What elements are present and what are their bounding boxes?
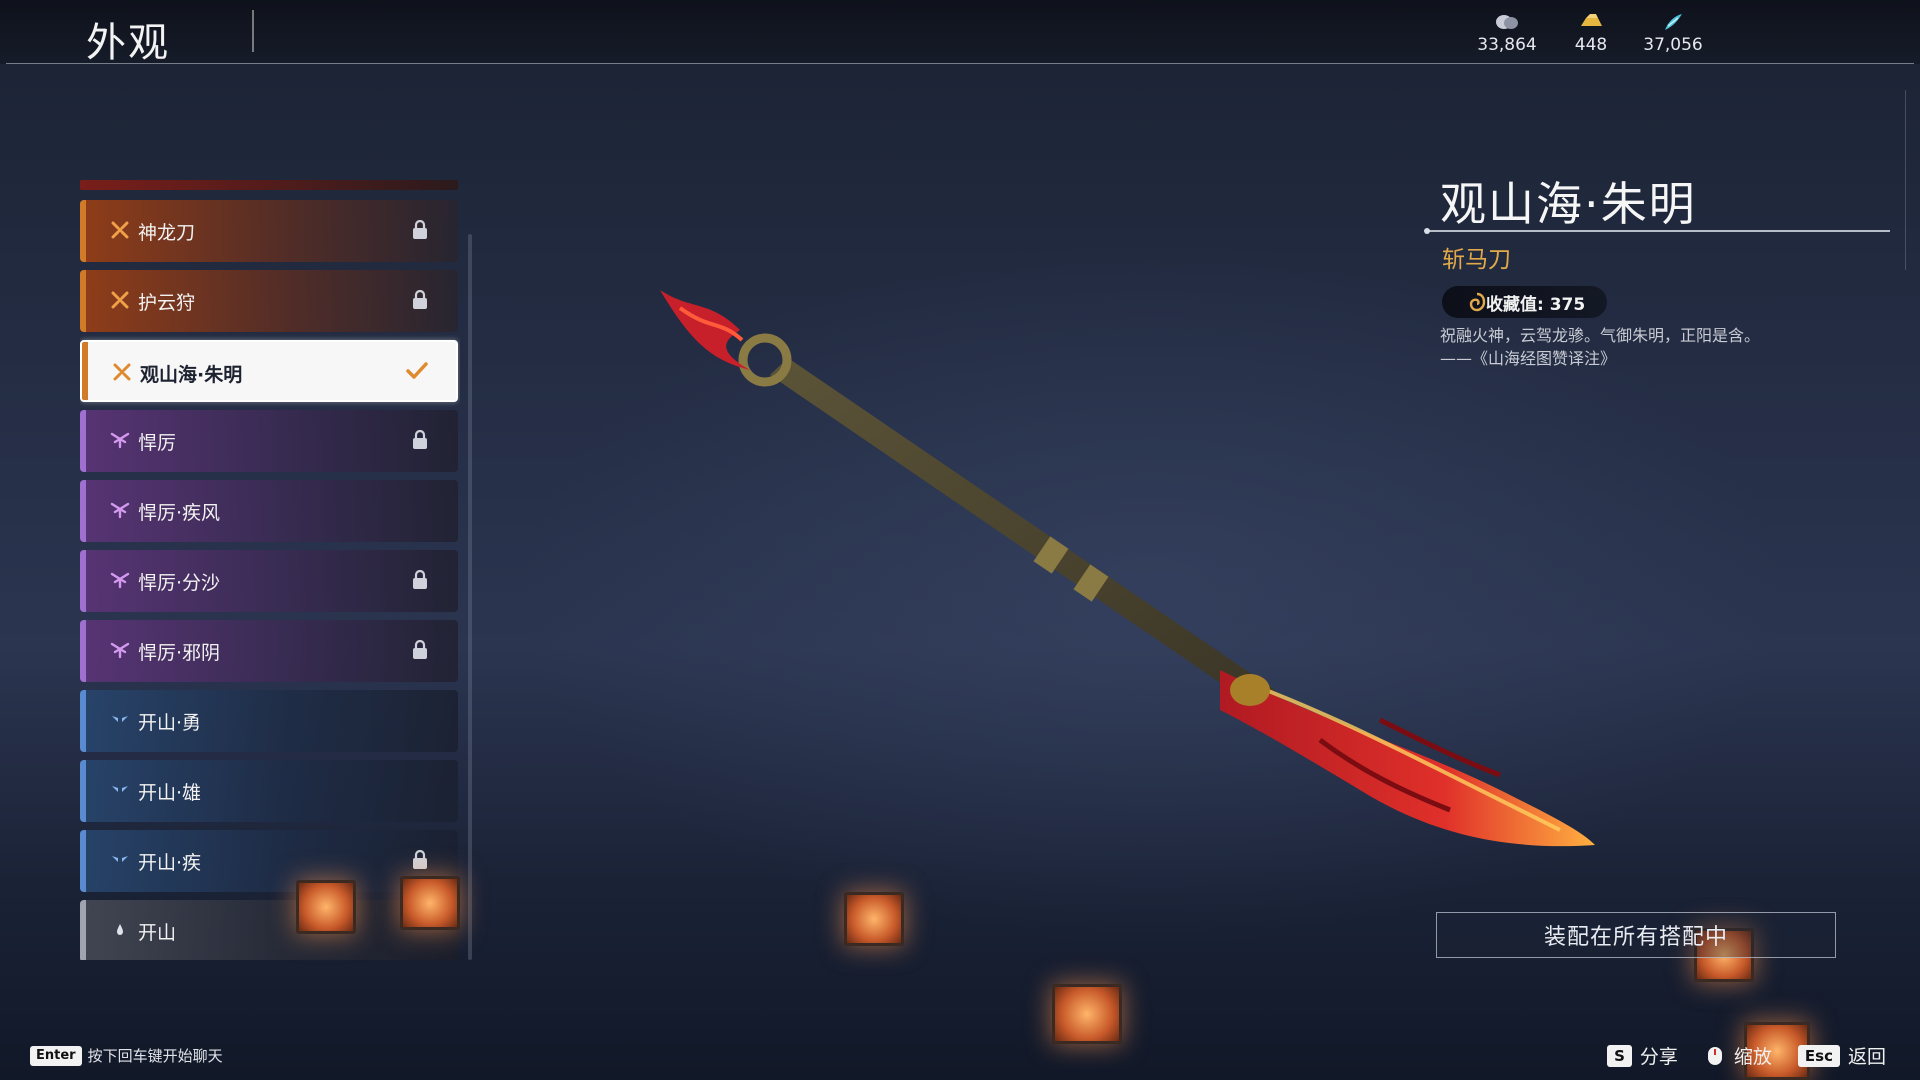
currency-jade: 37,056 xyxy=(1628,12,1718,55)
bottom-actions: S 分享 缩放 Esc 返回 xyxy=(1607,1042,1886,1069)
gold-ingot-icon xyxy=(1581,14,1602,26)
zoom-label: 缩放 xyxy=(1733,1046,1772,1068)
rarity-grey-icon xyxy=(117,924,123,935)
back-label: 返回 xyxy=(1847,1046,1886,1068)
equip-all-button[interactable]: 装配在所有搭配中 xyxy=(1436,912,1836,958)
collection-icon xyxy=(1469,292,1486,312)
rarity-bar xyxy=(80,480,86,542)
skin-item-label: 开山·勇 xyxy=(138,712,202,734)
skin-item-label: 观山海·朱明 xyxy=(140,364,243,386)
lock-icon xyxy=(413,290,427,309)
rarity-purple-icon xyxy=(110,502,130,519)
rarity-purple-icon xyxy=(110,572,130,589)
collect-value-badge: 收藏值: 375 xyxy=(1442,286,1608,318)
coin-icon xyxy=(1496,15,1518,29)
jade-feather-icon xyxy=(1665,14,1682,30)
skin-item-label: 护云狩 xyxy=(138,292,196,314)
floating-lantern xyxy=(400,876,460,930)
collect-value-text: 收藏值: 375 xyxy=(1486,294,1586,315)
currency-coin-value: 33,864 xyxy=(1477,35,1537,55)
rarity-bar xyxy=(80,760,86,822)
skin-description: 祝融火神，云驾龙骖。气御朱明，正阳是含。 xyxy=(1440,326,1761,345)
chat-hint-text: 按下回车键开始聊天 xyxy=(87,1047,223,1065)
rarity-orange-icon xyxy=(113,363,131,381)
rarity-bar xyxy=(80,620,86,682)
share-label: 分享 xyxy=(1639,1046,1678,1068)
title-underline xyxy=(1428,230,1890,232)
skin-item-label: 悍厉·分沙 xyxy=(138,572,221,594)
skin-item-label: 悍厉 xyxy=(138,432,177,454)
rarity-blue-icon xyxy=(112,716,128,722)
skin-item-label: 悍厉·疾风 xyxy=(138,502,221,524)
skin-item[interactable]: 神龙刀 xyxy=(80,200,458,262)
lock-icon xyxy=(413,850,427,869)
currency-jade-value: 37,056 xyxy=(1643,35,1703,55)
check-icon xyxy=(406,362,428,379)
rarity-bar xyxy=(80,900,86,960)
skin-item-label: 开山·疾 xyxy=(138,852,202,874)
rarity-bar xyxy=(80,410,86,472)
skin-item-selected[interactable]: 观山海·朱明 xyxy=(80,340,458,402)
page-title: 外观 xyxy=(86,20,170,66)
rarity-bar xyxy=(80,690,86,752)
skin-item-label: 开山 xyxy=(138,922,177,944)
lock-icon xyxy=(413,570,427,589)
rarity-bar xyxy=(80,200,86,262)
esc-key: Esc xyxy=(1797,1044,1840,1067)
rarity-blue-icon xyxy=(112,856,128,862)
rarity-purple-icon xyxy=(110,642,130,659)
top-divider xyxy=(6,63,1914,64)
weapon-type: 斩马刀 xyxy=(1442,247,1511,273)
skin-name: 观山海·朱明 xyxy=(1440,177,1697,231)
side-decoration xyxy=(1905,90,1916,270)
rarity-orange-icon xyxy=(111,291,129,309)
rarity-orange-icon xyxy=(111,221,129,239)
skin-item-label: 开山·雄 xyxy=(138,782,202,804)
lock-icon xyxy=(413,640,427,659)
rarity-blue-icon xyxy=(112,786,128,792)
share-button[interactable]: S 分享 xyxy=(1607,1042,1678,1069)
rarity-bar xyxy=(82,342,88,400)
rarity-bar xyxy=(80,270,86,332)
floating-lantern xyxy=(296,880,356,934)
lock-icon xyxy=(413,220,427,239)
lock-icon xyxy=(413,430,427,449)
skin-item[interactable]: 开山·勇 xyxy=(80,690,458,752)
skin-list[interactable]: 神龙刀 护云狩 观山海·朱明 悍厉 悍厉·疾风 悍厉·分沙 悍厉·邪阴 开山·勇… xyxy=(80,180,460,960)
skin-quote-source: ——《山海经图赞译注》 xyxy=(1440,349,1617,368)
floating-lantern xyxy=(844,892,904,946)
chat-hint[interactable]: Enter 按下回车键开始聊天 xyxy=(30,1045,223,1066)
rarity-bar xyxy=(80,550,86,612)
skin-item[interactable]: 悍厉·邪阴 xyxy=(80,620,458,682)
floating-lantern xyxy=(1052,984,1122,1044)
skin-item[interactable]: 护云狩 xyxy=(80,270,458,332)
skin-item[interactable]: 悍厉·分沙 xyxy=(80,550,458,612)
currency-coin: 33,864 xyxy=(1462,12,1552,55)
title-separator xyxy=(252,10,254,52)
currency-gold: 448 xyxy=(1546,12,1636,55)
skin-item[interactable]: 开山·雄 xyxy=(80,760,458,822)
share-key: S xyxy=(1607,1044,1632,1067)
skin-item[interactable]: 悍厉 xyxy=(80,410,458,472)
zoom-button[interactable]: 缩放 xyxy=(1704,1042,1772,1069)
enter-key: Enter xyxy=(30,1045,82,1066)
skin-item-label: 悍厉·邪阴 xyxy=(138,642,221,664)
list-item-partial xyxy=(80,180,458,190)
list-scrollbar[interactable] xyxy=(468,234,472,960)
back-button[interactable]: Esc 返回 xyxy=(1797,1042,1886,1069)
rarity-purple-icon xyxy=(110,432,130,449)
mouse-icon xyxy=(1707,1046,1722,1065)
currency-gold-value: 448 xyxy=(1574,35,1608,55)
rarity-bar xyxy=(80,830,86,892)
skin-item-label: 神龙刀 xyxy=(138,222,196,244)
skin-item[interactable]: 悍厉·疾风 xyxy=(80,480,458,542)
